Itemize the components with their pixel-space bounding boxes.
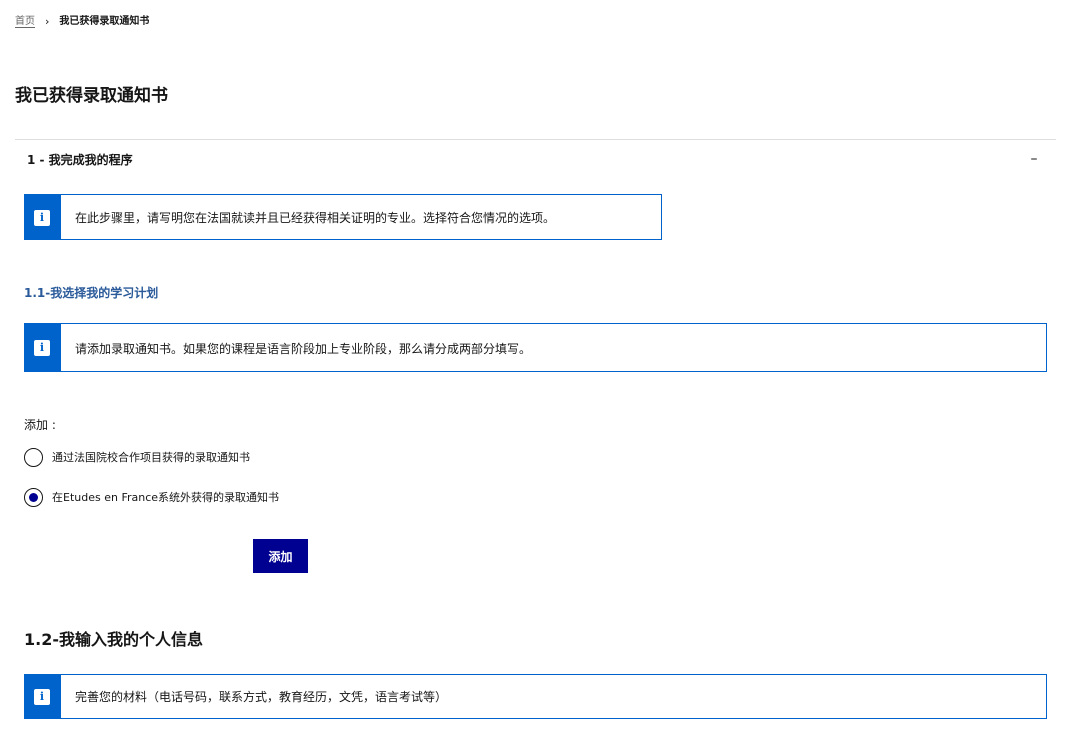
info-icon: i — [34, 689, 50, 705]
accordion-step-1-header[interactable]: 1 - 我完成我的程序 – — [15, 140, 1056, 180]
section-title-personal-info: 1.2-我输入我的个人信息 — [24, 630, 203, 649]
breadcrumb-separator-icon: › — [45, 15, 50, 28]
notice-accent-bar: i — [25, 675, 61, 718]
breadcrumb: 首页 › 我已获得录取通知书 — [15, 14, 149, 30]
info-notice-admission: i 请添加录取通知书。如果您的课程是语言阶段加上专业阶段，那么请分成两部分填写。 — [24, 323, 1047, 372]
collapse-icon[interactable]: – — [1026, 150, 1042, 168]
add-button[interactable]: 添加 — [253, 539, 308, 573]
subsection-title-study-plan: 1.1-我选择我的学习计划 — [24, 286, 159, 300]
info-icon: i — [34, 340, 50, 356]
notice-text: 请添加录取通知书。如果您的课程是语言阶段加上专业阶段，那么请分成两部分填写。 — [75, 342, 532, 356]
radio-button[interactable] — [24, 448, 43, 467]
notice-accent-bar: i — [25, 195, 61, 239]
radio-option-partner-program[interactable]: 通过法国院校合作项目获得的录取通知书 — [24, 448, 250, 467]
add-label: 添加 : — [24, 418, 56, 432]
notice-text: 完善您的材料（电话号码，联系方式，教育经历，文凭，语言考试等） — [75, 690, 448, 704]
radio-option-outside-system[interactable]: 在Etudes en France系统外获得的录取通知书 — [24, 488, 279, 507]
info-notice-step: i 在此步骤里，请写明您在法国就读并且已经获得相关证明的专业。选择符合您情况的选… — [24, 194, 662, 240]
breadcrumb-current: 我已获得录取通知书 — [59, 16, 150, 27]
info-icon: i — [34, 210, 50, 226]
radio-label: 通过法国院校合作项目获得的录取通知书 — [52, 450, 250, 464]
page-title: 我已获得录取通知书 — [15, 86, 168, 106]
accordion-title: 1 - 我完成我的程序 — [27, 153, 133, 167]
radio-button-selected[interactable] — [24, 488, 43, 507]
info-notice-personal: i 完善您的材料（电话号码，联系方式，教育经历，文凭，语言考试等） — [24, 674, 1047, 719]
notice-accent-bar: i — [25, 324, 61, 371]
breadcrumb-home-link[interactable]: 首页 — [15, 14, 35, 30]
notice-text: 在此步骤里，请写明您在法国就读并且已经获得相关证明的专业。选择符合您情况的选项。 — [75, 211, 556, 225]
radio-label: 在Etudes en France系统外获得的录取通知书 — [52, 490, 280, 504]
